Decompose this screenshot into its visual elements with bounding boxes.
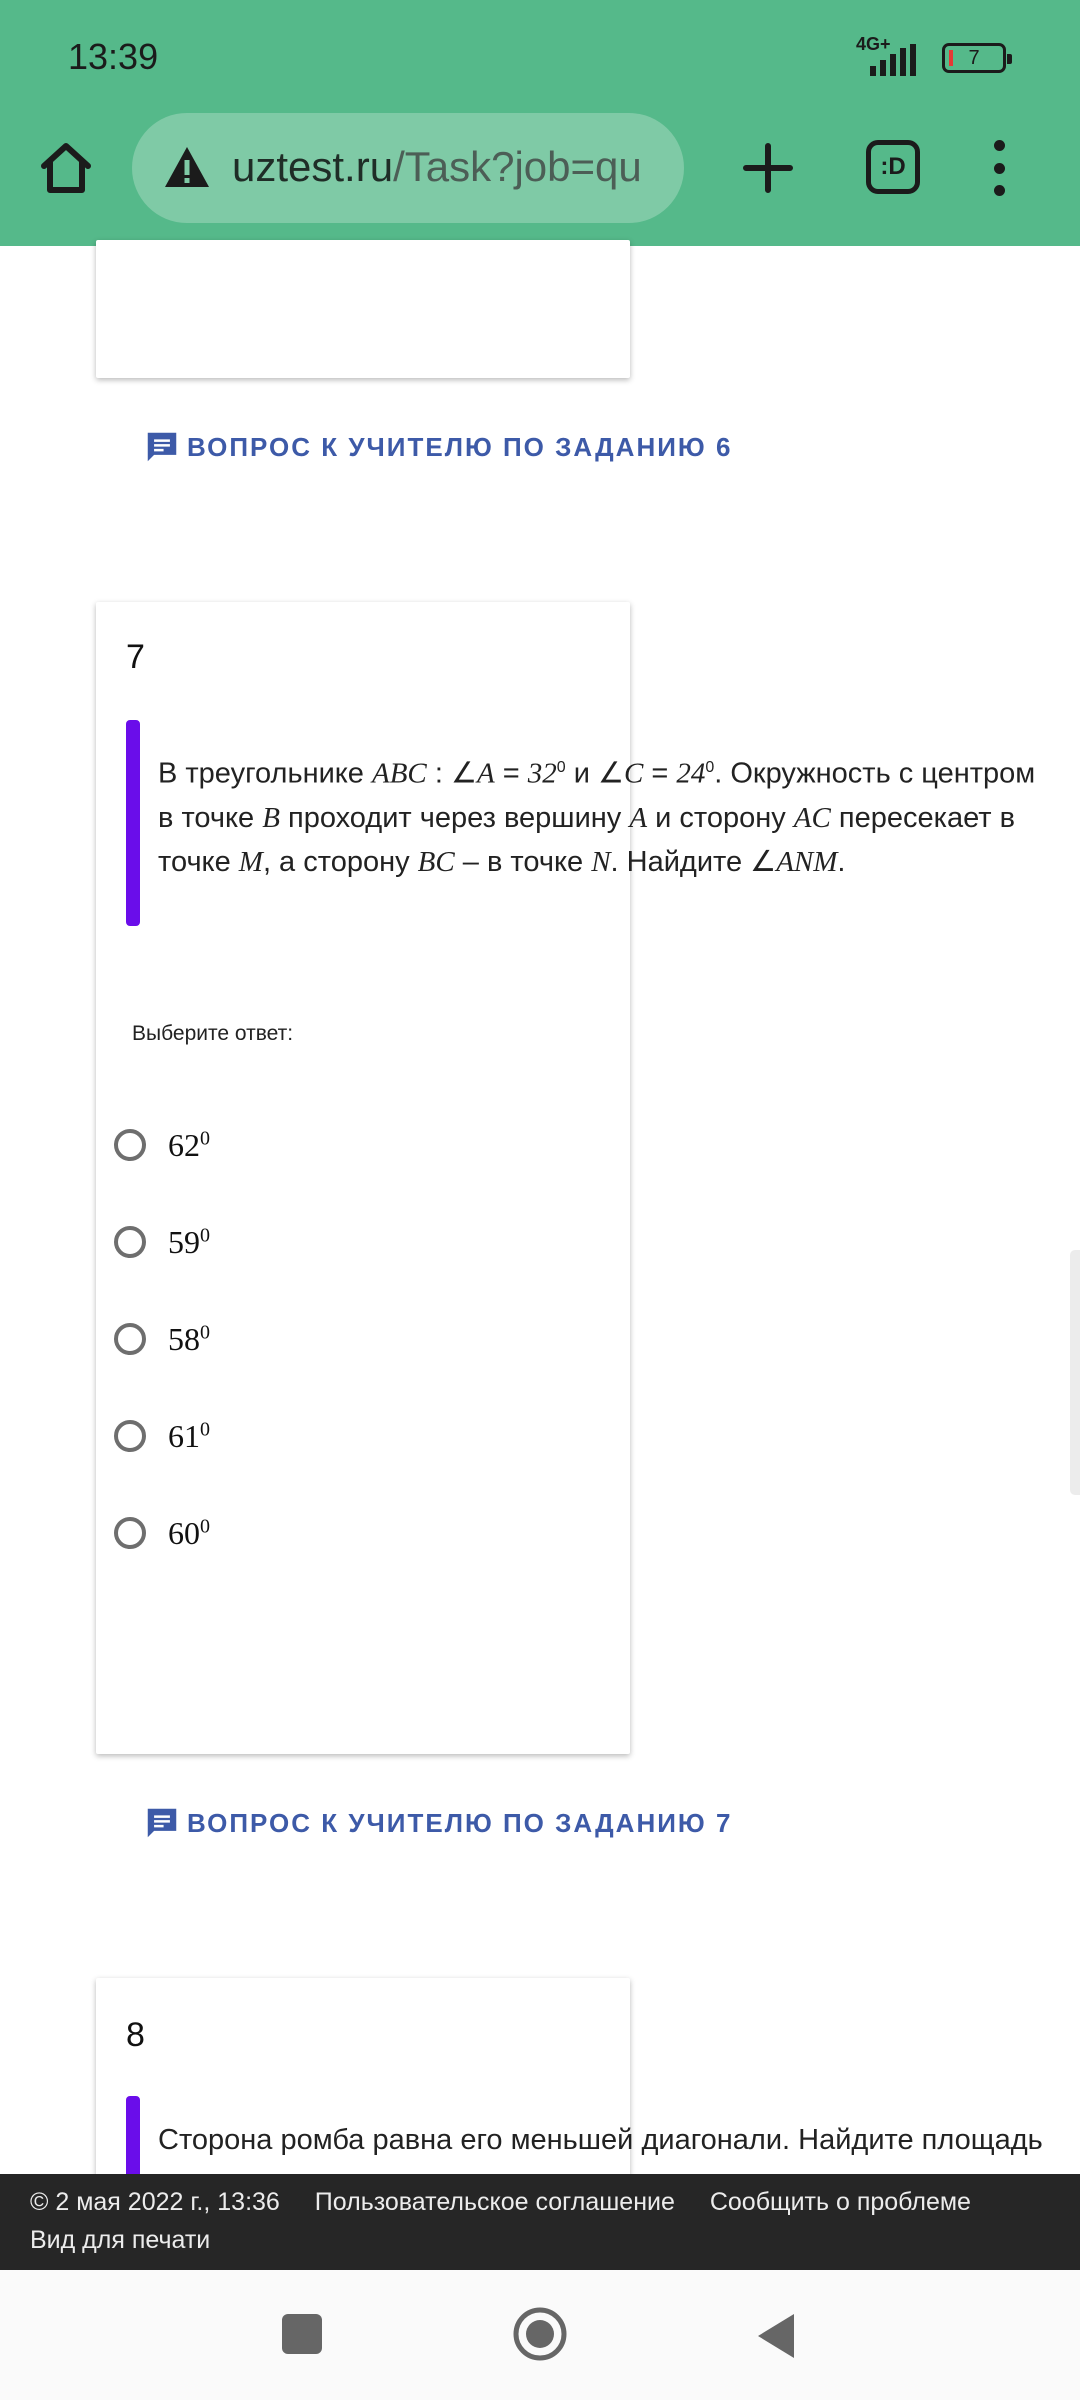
question-text: Сторона ромба равна его меньшей диагонал…: [158, 2124, 1043, 2156]
url-path: /Task?job=qu: [393, 143, 642, 190]
tab-switcher-button[interactable]: :D: [866, 140, 920, 194]
question-text: В треугольнике ABC : ∠A = 320 и ∠C = 240…: [158, 757, 1036, 878]
new-tab-icon[interactable]: [740, 140, 796, 196]
answer-option[interactable]: 580: [114, 1314, 210, 1364]
scrollbar[interactable]: [1070, 1250, 1080, 1495]
message-icon: [147, 432, 177, 462]
answer-label: 580: [168, 1320, 210, 1357]
answer-option[interactable]: 610: [114, 1411, 210, 1461]
battery-icon: 7: [942, 43, 1012, 73]
back-icon[interactable]: [756, 2312, 796, 2360]
warning-icon[interactable]: [162, 143, 212, 193]
task-number: 8: [126, 2016, 145, 2054]
radio-button[interactable]: [114, 1129, 146, 1161]
ask-teacher-task-7-link[interactable]: ВОПРОС К УЧИТЕЛЮ ПО ЗАДАНИЮ 7: [143, 1804, 732, 1842]
battery-level: 7: [968, 46, 980, 69]
url-host: uztest.ru: [232, 143, 394, 190]
more-menu-icon[interactable]: [990, 140, 1008, 196]
message-icon: [147, 1808, 177, 1838]
task-number: 7: [126, 638, 145, 676]
system-nav-bar: [0, 2270, 1080, 2400]
ask-teacher-label: ВОПРОС К УЧИТЕЛЮ ПО ЗАДАНИЮ 7: [187, 1807, 733, 1838]
nav-home-icon[interactable]: [512, 2306, 568, 2362]
radio-button[interactable]: [114, 1323, 146, 1355]
answer-option[interactable]: 600: [114, 1508, 210, 1558]
page-footer: © 2 мая 2022 г., 13:36 Пользовательское …: [0, 2174, 1080, 2270]
task-7-card: 7 В треугольнике ABC : ∠A = 320 и ∠C = 2…: [96, 602, 1035, 1754]
address-bar[interactable]: uztest.ru/Task?job=qu: [132, 113, 684, 223]
footer-agreement-link[interactable]: Пользовательское соглашение: [315, 2188, 675, 2216]
answer-label: 620: [168, 1126, 210, 1163]
choose-answer-label: Выберите ответ:: [132, 1022, 294, 1045]
question-accent-bar: [126, 720, 140, 926]
status-icons: 4G+ 7: [856, 34, 1012, 80]
answer-option[interactable]: 620: [114, 1120, 210, 1170]
footer-copyright: © 2 мая 2022 г., 13:36: [30, 2188, 280, 2216]
task-6-card: [96, 240, 630, 378]
ask-teacher-label: ВОПРОС К УЧИТЕЛЮ ПО ЗАДАНИЮ 6: [187, 431, 733, 462]
question-accent-bar: [126, 2096, 140, 2186]
browser-toolbar: 13:39 4G+ 7 uztest.ru/Task?job=qu :D: [0, 0, 1080, 246]
footer-print-link[interactable]: Вид для печати: [30, 2226, 210, 2255]
radio-button[interactable]: [114, 1420, 146, 1452]
ask-teacher-task-6-link[interactable]: ВОПРОС К УЧИТЕЛЮ ПО ЗАДАНИЮ 6: [143, 428, 732, 466]
status-time: 13:39: [68, 36, 159, 77]
signal-icon: 4G+: [856, 34, 928, 78]
footer-report-link[interactable]: Сообщить о проблеме: [710, 2188, 971, 2216]
recents-icon[interactable]: [282, 2314, 322, 2354]
url-text[interactable]: uztest.ru/Task?job=qu: [232, 143, 642, 191]
answer-label: 590: [168, 1223, 210, 1260]
radio-button[interactable]: [114, 1226, 146, 1258]
answer-option[interactable]: 590: [114, 1217, 210, 1267]
answer-label: 610: [168, 1417, 210, 1454]
answer-label: 600: [168, 1514, 210, 1551]
radio-button[interactable]: [114, 1517, 146, 1549]
home-icon[interactable]: [36, 138, 96, 198]
